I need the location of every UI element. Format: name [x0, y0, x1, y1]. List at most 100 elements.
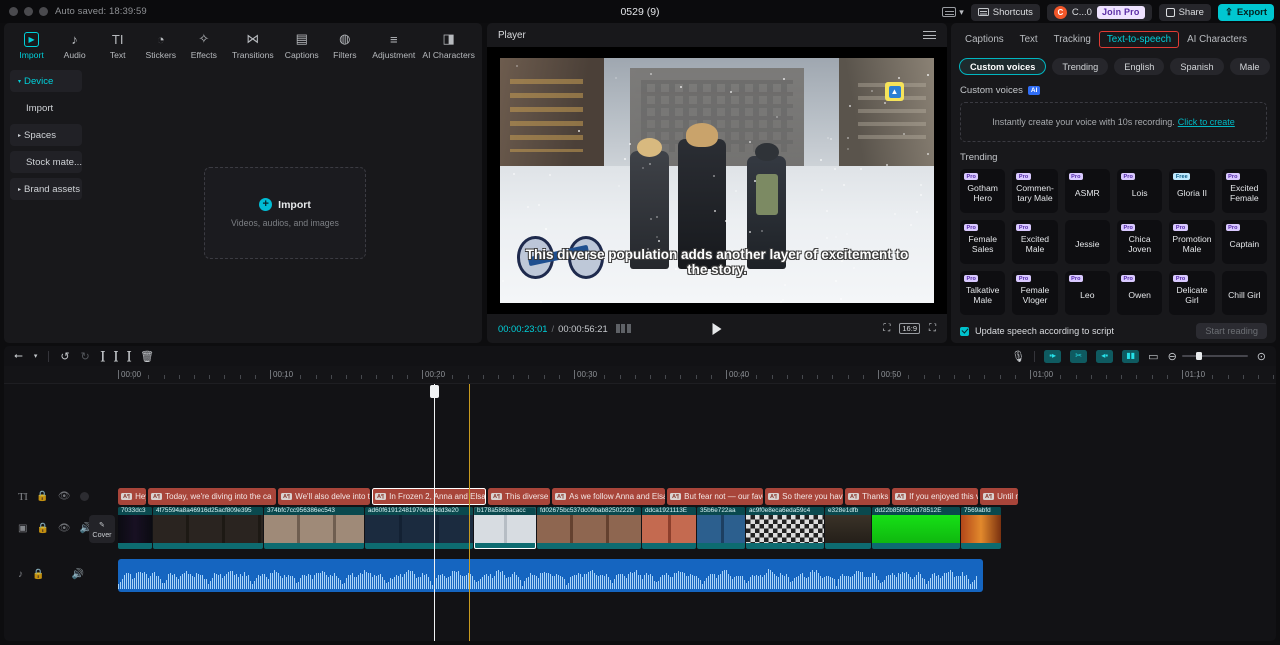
- voice-card-female-sales[interactable]: ProFemale Sales: [960, 220, 1005, 264]
- sidebar-item-spaces[interactable]: ▸Spaces: [10, 124, 82, 146]
- video-clip[interactable]: ddca1921113E: [642, 507, 696, 549]
- shortcuts-button[interactable]: Shortcuts: [971, 4, 1040, 21]
- text-clip[interactable]: A¶Today, we're diving into the ca: [148, 488, 276, 505]
- export-button[interactable]: ⇪ Export: [1218, 4, 1274, 21]
- video-clip[interactable]: 7569abfd: [961, 507, 1001, 549]
- tab-ai-characters[interactable]: AI Characters: [1179, 31, 1255, 48]
- media-tab-import[interactable]: ▶Import: [10, 26, 53, 65]
- keyframe-panel-icon[interactable]: ▭: [1148, 350, 1158, 363]
- zoom-out-icon[interactable]: ⊖: [1168, 350, 1177, 363]
- text-clip[interactable]: A¶But fear not — our favor: [667, 488, 763, 505]
- media-tab-adjustment[interactable]: ≡Adjustment: [366, 26, 421, 65]
- current-timecode[interactable]: 00:00:23:01: [498, 323, 548, 334]
- lock-icon[interactable]: 🔒: [36, 523, 48, 534]
- video-clip[interactable]: ad60f61912481970edb4dd3e20: [365, 507, 473, 549]
- import-dropzone[interactable]: + Import Videos, audios, and images: [204, 167, 366, 259]
- share-button[interactable]: Share: [1159, 4, 1211, 21]
- text-clip[interactable]: A¶We'll also delve into t: [278, 488, 370, 505]
- voice-card-jessie[interactable]: Jessie: [1065, 220, 1110, 264]
- chevron-down-icon[interactable]: ▾: [34, 352, 38, 360]
- mirror-split-icon[interactable]: ▮▮: [1122, 350, 1139, 363]
- custom-voice-create-box[interactable]: Instantly create your voice with 10s rec…: [960, 102, 1267, 142]
- voice-card-female-vloger[interactable]: ProFemale Vloger: [1012, 271, 1057, 315]
- voice-card-owen[interactable]: ProOwen: [1117, 271, 1162, 315]
- media-tab-audio[interactable]: ♪Audio: [53, 26, 96, 65]
- media-tab-transitions[interactable]: ⋈Transitions: [225, 26, 280, 65]
- voice-card-excited-male[interactable]: ProExcited Male: [1012, 220, 1057, 264]
- voice-card-leo[interactable]: ProLeo: [1065, 271, 1110, 315]
- caption-overlay[interactable]: This diverse population adds another lay…: [500, 247, 934, 277]
- media-tab-captions[interactable]: ▤Captions: [280, 26, 323, 65]
- aspect-ratio-button[interactable]: 16:9: [899, 323, 920, 334]
- split-icon[interactable]: ][: [101, 350, 103, 362]
- sidebar-item-import[interactable]: Import: [10, 97, 82, 119]
- zoom-fit-icon[interactable]: ⊙: [1257, 350, 1266, 363]
- transition-in-icon[interactable]: ▪▸: [1044, 350, 1061, 363]
- text-clip[interactable]: A¶So there you have: [765, 488, 843, 505]
- audio-clip[interactable]: [118, 559, 983, 592]
- media-tab-stickers[interactable]: ◔Stickers: [139, 26, 182, 65]
- microphone-icon[interactable]: 🎙: [1011, 350, 1025, 363]
- voice-card-talkative-male[interactable]: ProTalkative Male: [960, 271, 1005, 315]
- media-tab-effects[interactable]: ✧Effects: [182, 26, 225, 65]
- voice-card-lois[interactable]: ProLois: [1117, 169, 1162, 213]
- delete-trash-icon[interactable]: 🗑: [140, 350, 154, 363]
- voice-card-excited-female[interactable]: ProExcited Female: [1222, 169, 1267, 213]
- voice-card-promotion-male[interactable]: ProPromotion Male: [1169, 220, 1214, 264]
- filter-chip-english[interactable]: English: [1114, 58, 1164, 75]
- video-clip[interactable]: dd22b85f05d2d78512E: [872, 507, 960, 549]
- trim-right-icon[interactable]: ][: [127, 350, 129, 362]
- volume-icon[interactable]: 🔊: [71, 569, 83, 580]
- fullscreen-icon[interactable]: ⛶: [929, 323, 936, 334]
- zoom-slider[interactable]: ⊖: [1168, 350, 1248, 363]
- start-reading-button[interactable]: Start reading: [1196, 323, 1267, 339]
- text-clip[interactable]: A¶If you enjoyed this v: [892, 488, 978, 505]
- filter-chip-spanish[interactable]: Spanish: [1170, 58, 1223, 75]
- grid-layout-icon[interactable]: [616, 324, 631, 333]
- text-clip[interactable]: A¶As we follow Anna and Elsa's: [552, 488, 665, 505]
- timeline-ruler[interactable]: 00:0000:1000:2000:3000:4000:5001:0001:10: [4, 366, 1276, 384]
- text-clip[interactable]: A¶Until n: [980, 488, 1018, 505]
- video-clip[interactable]: fd02675bc537dc09bab8250222D: [537, 507, 641, 549]
- video-clip[interactable]: ac9f0e8eca6eda59c4: [746, 507, 824, 549]
- sidebar-item-stock-mate[interactable]: Stock mate...: [10, 151, 82, 173]
- select-cursor-icon[interactable]: ⭠: [14, 350, 23, 363]
- player-stage[interactable]: ▲ This diverse population adds another l…: [487, 47, 947, 314]
- cover-button[interactable]: ✎ Cover: [89, 515, 115, 543]
- crop-icon[interactable]: ⛶: [883, 323, 890, 334]
- eye-icon[interactable]: 👁: [58, 523, 71, 534]
- tab-text-to-speech[interactable]: Text-to-speech: [1099, 31, 1179, 48]
- account-button[interactable]: C C...0 Join Pro: [1047, 4, 1152, 21]
- voice-card-commen-tary-male[interactable]: ProCommen-​tary Male: [1012, 169, 1057, 213]
- sidebar-item-device[interactable]: ▾Device: [10, 70, 82, 92]
- video-clip[interactable]: 7033dc3: [118, 507, 152, 549]
- voice-card-chica-joven[interactable]: ProChica Joven: [1117, 220, 1162, 264]
- text-clip[interactable]: A¶Thanks: [845, 488, 890, 505]
- voice-card-captain[interactable]: ProCaptain: [1222, 220, 1267, 264]
- media-tab-filters[interactable]: ◍Filters: [323, 26, 366, 65]
- zoom-knob[interactable]: [1196, 352, 1202, 360]
- playhead-handle[interactable]: [430, 385, 439, 398]
- video-clip[interactable]: 35b6e722aa: [697, 507, 745, 549]
- click-to-create-link[interactable]: Click to create: [1178, 117, 1235, 127]
- hamburger-menu-icon[interactable]: [923, 29, 936, 42]
- zoom-track[interactable]: [1182, 355, 1248, 357]
- video-clip[interactable]: e328e1dfb: [825, 507, 871, 549]
- redo-icon[interactable]: ↻: [81, 350, 90, 363]
- media-tab-text[interactable]: TIText: [96, 26, 139, 65]
- tab-text[interactable]: Text: [1012, 31, 1046, 48]
- voice-card-chill-girl[interactable]: Chill Girl: [1222, 271, 1267, 315]
- playhead[interactable]: [434, 384, 435, 641]
- trim-left-icon[interactable]: ][: [114, 350, 116, 362]
- video-clip[interactable]: 374bfc7cc956386ec543: [264, 507, 364, 549]
- transition-out-icon[interactable]: ◂▪: [1096, 350, 1113, 363]
- lock-icon[interactable]: 🔒: [32, 569, 44, 580]
- voice-card-asmr[interactable]: ProASMR: [1065, 169, 1110, 213]
- lock-icon[interactable]: 🔒: [36, 491, 48, 502]
- media-tab-ai-characters[interactable]: ◨AI Characters: [421, 26, 476, 65]
- join-pro-badge[interactable]: Join Pro: [1097, 6, 1145, 19]
- undo-icon[interactable]: ↺: [60, 350, 69, 363]
- voice-card-delicate-girl[interactable]: ProDelicate Girl: [1169, 271, 1214, 315]
- play-icon[interactable]: [713, 323, 722, 335]
- eye-icon[interactable]: 👁: [58, 491, 71, 502]
